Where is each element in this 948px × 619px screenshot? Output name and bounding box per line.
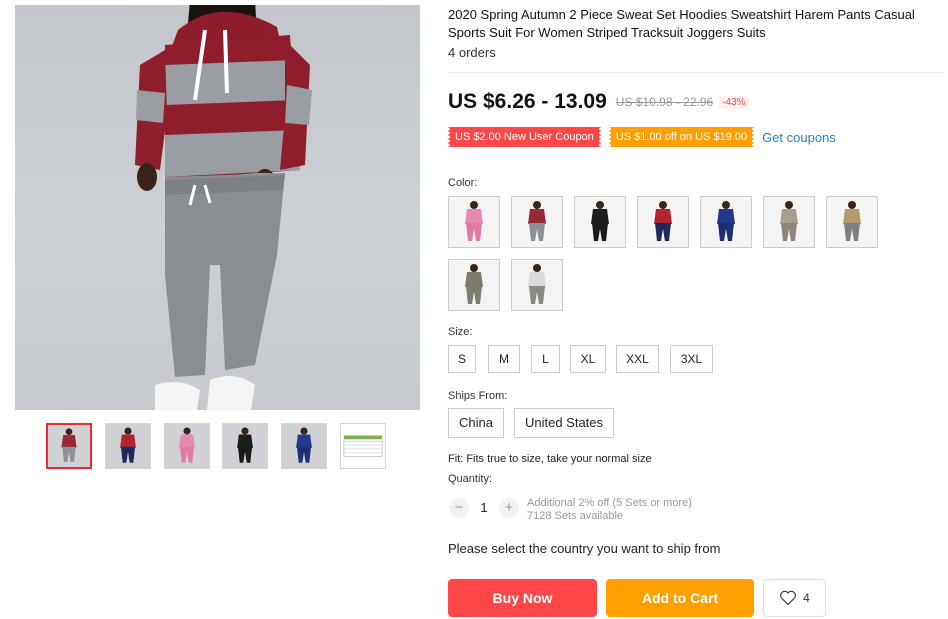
price-row: US $6.26 - 13.09 US $10.98 - 22.96 -43% bbox=[448, 90, 749, 114]
get-coupons-link[interactable]: Get coupons bbox=[762, 130, 836, 145]
color-swatch-red-gray[interactable] bbox=[511, 196, 563, 248]
quantity-value[interactable]: 1 bbox=[474, 500, 494, 515]
size-option-3xl[interactable]: 3XL bbox=[670, 345, 713, 373]
quantity-decrease-button[interactable]: − bbox=[449, 498, 469, 518]
original-price: US $10.98 - 22.96 bbox=[615, 95, 714, 109]
quantity-info: Additional 2% off (5 Sets or more) 7128 … bbox=[527, 497, 692, 523]
color-swatch-navy[interactable] bbox=[700, 196, 752, 248]
wishlist-count: 4 bbox=[803, 591, 810, 605]
divider bbox=[448, 72, 944, 73]
color-swatch-red-navy[interactable] bbox=[637, 196, 689, 248]
quantity-label: Quantity: bbox=[448, 473, 493, 485]
main-product-image[interactable] bbox=[15, 5, 420, 410]
wishlist-button[interactable]: 4 bbox=[763, 579, 826, 617]
fit-note: Fit: Fits true to size, take your normal… bbox=[448, 453, 652, 465]
product-title: 2020 Spring Autumn 2 Piece Sweat Set Hoo… bbox=[448, 7, 915, 40]
color-swatch-khaki[interactable] bbox=[763, 196, 815, 248]
thumbnail-4[interactable] bbox=[222, 423, 268, 469]
thumbnail-3[interactable] bbox=[164, 423, 210, 469]
buy-now-button[interactable]: Buy Now bbox=[448, 579, 597, 617]
store-coupon[interactable]: US $1.00 off on US $19.00 bbox=[607, 127, 756, 147]
thumbnail-size-chart[interactable] bbox=[340, 423, 386, 469]
new-user-coupon[interactable]: US $2.00 New User Coupon bbox=[447, 127, 602, 147]
size-option-l[interactable]: L bbox=[531, 345, 560, 373]
size-option-xl[interactable]: XL bbox=[570, 345, 606, 373]
order-count: 4 orders bbox=[448, 45, 496, 60]
bulk-discount-note: Additional 2% off (5 Sets or more) bbox=[527, 497, 692, 509]
add-to-cart-button[interactable]: Add to Cart bbox=[606, 579, 754, 617]
stock-available: 7128 Sets available bbox=[527, 510, 624, 522]
size-label: Size: bbox=[448, 326, 473, 338]
size-option-m[interactable]: M bbox=[488, 345, 520, 373]
current-price: US $6.26 - 13.09 bbox=[448, 90, 607, 113]
size-option-s[interactable]: S bbox=[448, 345, 476, 373]
color-swatch-black[interactable] bbox=[574, 196, 626, 248]
size-option-xxl[interactable]: XXL bbox=[616, 345, 659, 373]
color-swatch-army[interactable] bbox=[448, 259, 500, 311]
heart-icon bbox=[780, 590, 797, 606]
color-swatch-gray-white[interactable] bbox=[511, 259, 563, 311]
thumbnail-2[interactable] bbox=[105, 423, 151, 469]
ship-from-united-states[interactable]: United States bbox=[514, 408, 614, 438]
ship-from-china[interactable]: China bbox=[448, 408, 504, 438]
color-swatch-khaki-gray[interactable] bbox=[826, 196, 878, 248]
thumbnail-1[interactable] bbox=[46, 423, 92, 469]
discount-badge: -43% bbox=[719, 95, 749, 109]
color-swatch-pink[interactable] bbox=[448, 196, 500, 248]
coupon-row: US $2.00 New User Coupon US $1.00 off on… bbox=[447, 127, 836, 147]
ships-from-label: Ships From: bbox=[448, 390, 508, 402]
quantity-increase-button[interactable]: + bbox=[499, 498, 519, 518]
thumbnail-5[interactable] bbox=[281, 423, 327, 469]
ship-country-note: Please select the country you want to sh… bbox=[448, 541, 721, 556]
color-label: Color: bbox=[448, 177, 478, 189]
